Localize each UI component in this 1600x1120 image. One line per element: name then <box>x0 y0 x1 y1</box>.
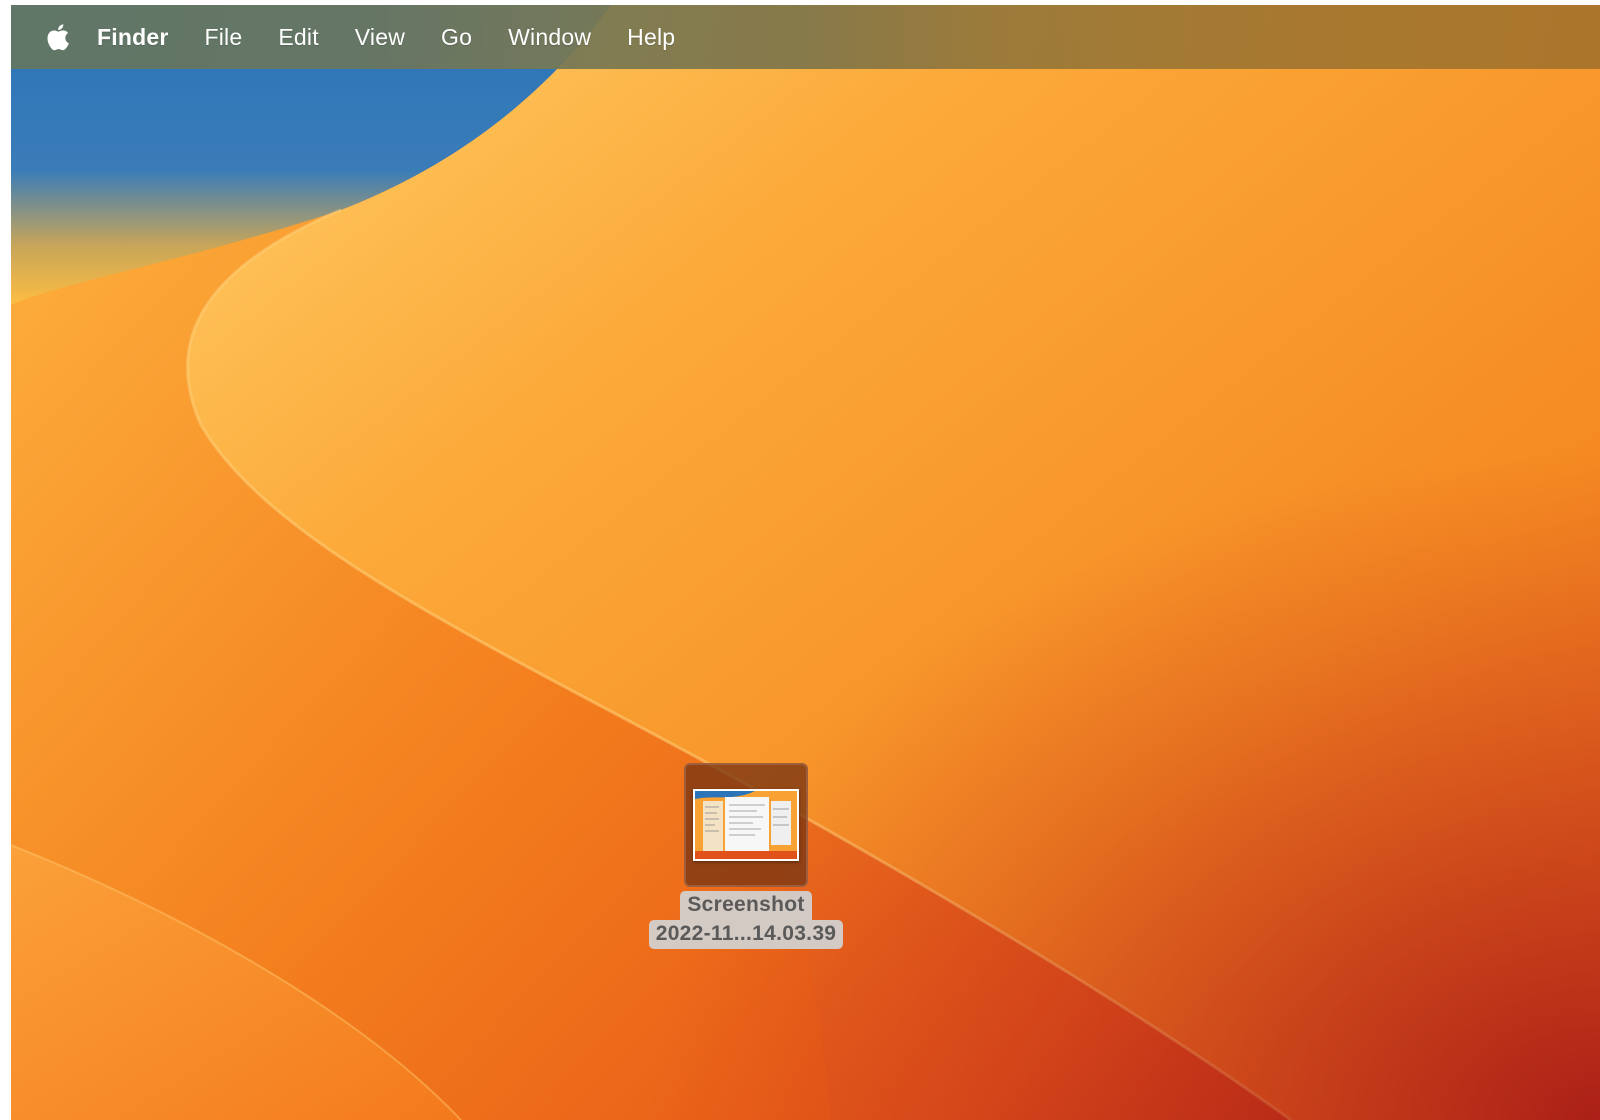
image-file-thumbnail-icon <box>693 789 799 861</box>
apple-logo-icon[interactable] <box>43 22 71 52</box>
file-name-line2: 2022-11...14.03.39 <box>648 920 844 949</box>
menu-window[interactable]: Window <box>508 5 591 69</box>
menu-go[interactable]: Go <box>441 5 472 69</box>
menu-bar: Finder File Edit View Go Window Help <box>11 5 1600 69</box>
menu-help[interactable]: Help <box>627 5 675 69</box>
menu-view[interactable]: View <box>355 5 405 69</box>
menu-file[interactable]: File <box>204 5 242 69</box>
desktop-file-icon[interactable] <box>684 763 808 887</box>
desktop-screen: Finder File Edit View Go Window Help Scr… <box>11 5 1600 1120</box>
menu-edit[interactable]: Edit <box>278 5 318 69</box>
menu-app-finder[interactable]: Finder <box>97 5 168 69</box>
file-name-line1: Screenshot <box>680 891 812 920</box>
desktop-file-label[interactable]: Screenshot 2022-11...14.03.39 <box>585 891 907 949</box>
desktop-wallpaper[interactable] <box>11 5 1600 1120</box>
